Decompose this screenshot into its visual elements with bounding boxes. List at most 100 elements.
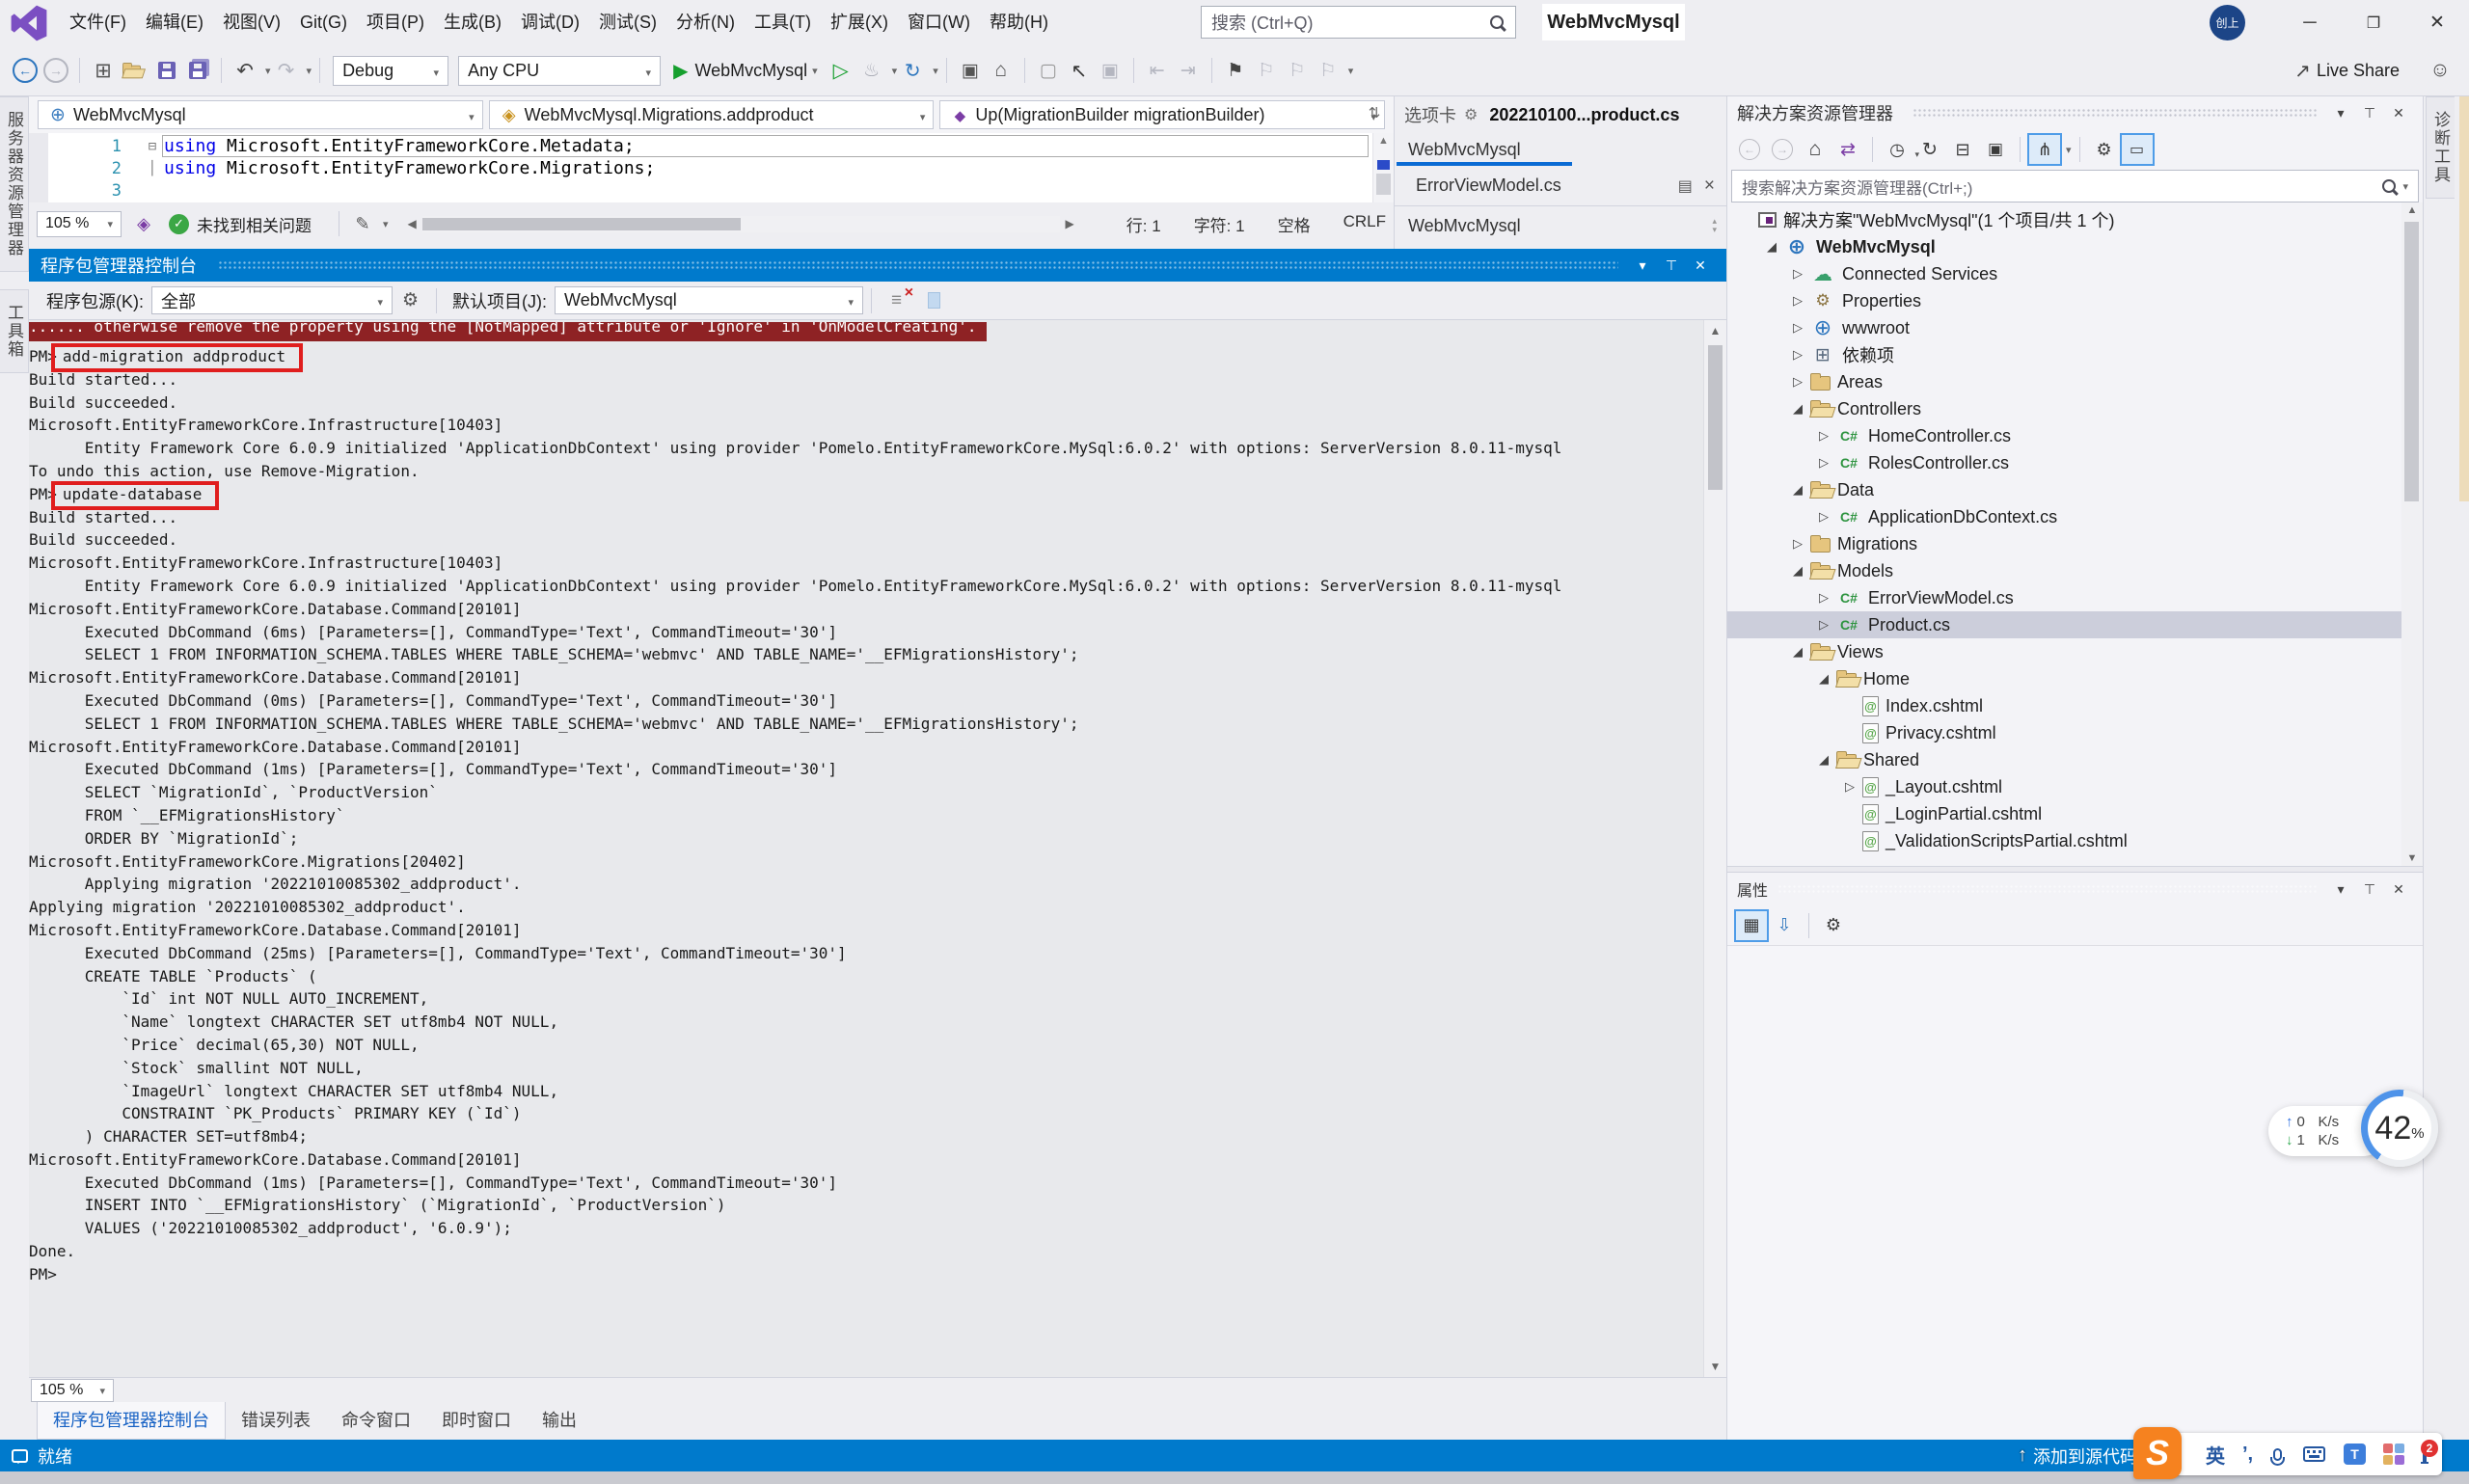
tree-item[interactable]: Privacy.cshtml <box>1727 719 2423 746</box>
find-in-files-icon[interactable] <box>958 55 983 86</box>
code-line[interactable]: 1 ⊟ using Microsoft.EntityFrameworkCore.… <box>48 135 1370 157</box>
code-cleanup-icon[interactable] <box>350 208 375 239</box>
quick-search-input[interactable]: 搜索 (Ctrl+Q) <box>1201 6 1516 39</box>
menu-item[interactable]: Git(G) <box>290 0 357 45</box>
close-icon[interactable] <box>1686 257 1715 274</box>
tab-scroll-arrows[interactable]: ▴ ▾ <box>1712 217 1717 234</box>
clear-console-icon[interactable] <box>889 290 912 311</box>
expander-icon[interactable]: ▷ <box>1811 590 1836 606</box>
side-tab[interactable]: 服务器资源管理器 <box>0 96 29 272</box>
pin-icon[interactable] <box>1657 257 1686 274</box>
home-window-icon[interactable] <box>989 55 1014 86</box>
redo-icon[interactable] <box>274 55 299 86</box>
tree-item[interactable]: ▷ Connected Services <box>1727 260 2423 287</box>
tree-scrollbar[interactable]: ▲▼ <box>2401 202 2423 866</box>
platform-dropdown[interactable]: Any CPU <box>458 56 661 86</box>
close-icon[interactable] <box>2384 105 2413 121</box>
close-icon[interactable] <box>2384 881 2413 898</box>
document-health-icon[interactable] <box>131 208 156 239</box>
tree-item[interactable]: _ValidationScriptsPartial.cshtml <box>1727 827 2423 854</box>
side-tab[interactable]: 诊断工具 <box>2426 96 2455 199</box>
menu-item[interactable]: 生成(B) <box>434 0 511 45</box>
expander-icon[interactable]: ▷ <box>1785 293 1810 309</box>
live-share-label[interactable]: Live Share <box>2317 61 2400 81</box>
preview-selected-items-toggle-icon[interactable] <box>2122 135 2153 164</box>
package-source-settings-icon[interactable] <box>402 289 419 311</box>
bookmark-icon[interactable] <box>1223 55 1248 86</box>
new-project-icon[interactable] <box>91 55 116 86</box>
tree-item[interactable]: ◢ Data <box>1727 476 2423 503</box>
horizontal-scrollbar[interactable]: ◀ ▶ <box>402 216 1080 232</box>
solution-search-input[interactable]: 搜索解决方案资源管理器(Ctrl+;) <box>1731 170 2419 202</box>
refresh-icon[interactable] <box>900 55 925 86</box>
tree-item[interactable]: ▷ Product.cs <box>1727 611 2423 638</box>
keyboard-icon[interactable] <box>2303 1446 2325 1462</box>
undo-dropdown-icon[interactable] <box>260 62 271 79</box>
feedback-bubble-icon[interactable] <box>12 1449 28 1463</box>
notification-bell-icon[interactable]: 2 <box>2423 1445 2427 1463</box>
expander-icon[interactable]: ▷ <box>1785 536 1810 552</box>
editor-split-handle[interactable] <box>1362 104 1387 121</box>
expander-icon[interactable]: ◢ <box>1759 239 1784 255</box>
expander-icon[interactable]: ▷ <box>1785 374 1810 390</box>
expander-icon[interactable]: ▷ <box>1785 320 1810 336</box>
expander-icon[interactable]: ◢ <box>1811 752 1836 768</box>
switch-views-icon[interactable] <box>1832 135 1863 164</box>
navigate-forward-icon[interactable] <box>43 55 68 86</box>
line-ending-indicator[interactable]: CRLF <box>1343 212 1386 236</box>
scroll-right-icon[interactable]: ▶ <box>1060 217 1080 230</box>
ime-skin-icon[interactable] <box>2344 1444 2366 1465</box>
tree-item[interactable]: ▷ RolesController.cs <box>1727 449 2423 476</box>
close-tab-icon[interactable] <box>1704 175 1715 197</box>
fold-marker[interactable]: │ <box>141 161 164 176</box>
tree-item[interactable]: ◢ Home <box>1727 665 2423 692</box>
open-folder-icon[interactable] <box>122 55 149 86</box>
menu-item[interactable]: 帮助(H) <box>980 0 1058 45</box>
show-all-files-toggle-icon[interactable] <box>2029 135 2060 164</box>
nav-dropdown[interactable]: WebMvcMysql <box>38 100 483 129</box>
configuration-dropdown[interactable]: Debug <box>333 56 448 86</box>
expander-icon[interactable]: ▷ <box>1837 779 1862 795</box>
tree-item[interactable]: ◢ Controllers <box>1727 395 2423 422</box>
close-button[interactable] <box>2405 0 2469 45</box>
add-to-source-control-button[interactable]: 添加到源代码 <box>2018 1444 2137 1469</box>
nav-dropdown[interactable]: WebMvcMysql.Migrations.addproduct <box>489 100 935 129</box>
tree-item[interactable]: ▷ ErrorViewModel.cs <box>1727 584 2423 611</box>
menu-item[interactable]: 分析(N) <box>666 0 745 45</box>
expander-icon[interactable]: ◢ <box>1785 401 1810 417</box>
expander-icon[interactable]: ▷ <box>1785 347 1810 363</box>
collapsed-panel-strip[interactable] <box>2459 96 2469 501</box>
expander-icon[interactable]: ▷ <box>1811 617 1836 633</box>
expander-icon[interactable]: ◢ <box>1785 482 1810 498</box>
refresh-icon[interactable] <box>1914 135 1945 164</box>
menu-item[interactable]: 编辑(E) <box>136 0 213 45</box>
pending-changes-filter-icon[interactable]: ▾ <box>1882 135 1913 164</box>
ime-toolbox-icon[interactable] <box>2383 1444 2404 1465</box>
drag-grip[interactable] <box>1777 884 2317 894</box>
tree-item[interactable]: Index.cshtml <box>1727 692 2423 719</box>
solution-explorer-title-bar[interactable]: 解决方案资源管理器 <box>1727 96 2423 129</box>
breakpoint-margin[interactable] <box>29 133 48 202</box>
panel-tab[interactable]: 输出 <box>527 1402 592 1439</box>
fold-marker[interactable]: ⊟ <box>141 139 164 154</box>
code-line[interactable]: 3 <box>48 179 1370 202</box>
indent-mode-indicator[interactable]: 空格 <box>1278 212 1311 236</box>
selection-icon[interactable] <box>1036 55 1061 86</box>
console-zoom-dropdown[interactable]: 105 % <box>31 1379 114 1402</box>
ime-punctuation-toggle[interactable]: ’, <box>2242 1444 2253 1466</box>
menu-item[interactable]: 测试(S) <box>589 0 666 45</box>
search-icon[interactable] <box>2381 178 2398 195</box>
console-scrollbar[interactable]: ▲▼ <box>1703 320 1726 1377</box>
tree-item[interactable]: ◢ WebMvcMysql <box>1727 233 2423 260</box>
wrench-icon[interactable] <box>2089 135 2120 164</box>
tab-settings-gear-icon[interactable] <box>1464 105 1478 124</box>
search-icon[interactable] <box>1489 14 1506 31</box>
expander-icon[interactable]: ◢ <box>1785 644 1810 660</box>
menu-item[interactable]: 视图(V) <box>213 0 290 45</box>
collapse-all-icon[interactable] <box>1947 135 1978 164</box>
side-tab[interactable]: 工具箱 <box>0 289 29 373</box>
panel-tab[interactable]: 程序包管理器控制台 <box>37 1402 226 1440</box>
menu-item[interactable]: 项目(P) <box>357 0 434 45</box>
navigate-back-icon[interactable] <box>13 55 38 86</box>
scroll-left-icon[interactable]: ◀ <box>402 217 422 230</box>
